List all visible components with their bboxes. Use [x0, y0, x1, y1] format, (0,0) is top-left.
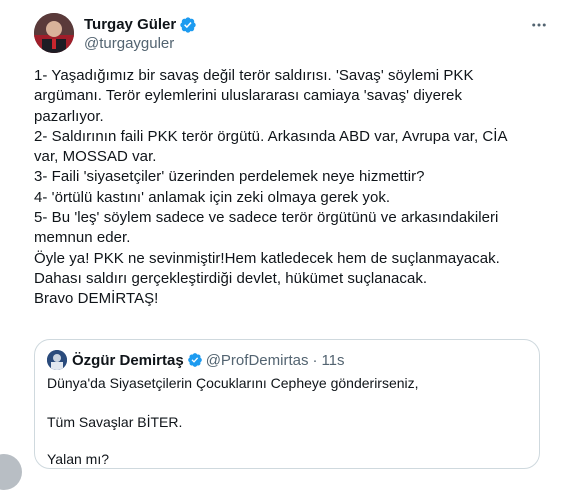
tweet-line: 2- Saldırının faili PKK terör örgütü. Ar… [34, 127, 508, 145]
profile-photo-icon [34, 13, 74, 53]
quoted-author-handle[interactable]: @ProfDemirtas [206, 352, 309, 369]
tweet-card: Turgay Güler @turgayguler 1- Yaşadığımız… [0, 0, 564, 490]
tweet-line: pazarlıyor. [34, 107, 104, 125]
tweet-line: 4- 'örtülü kastını' anlamak için zeki ol… [34, 188, 391, 206]
tweet-text: 1- Yaşadığımız bir savaş değil terör sal… [34, 66, 544, 310]
quoted-line: Dünya'da Siyasetçilerin Çocuklarını Ceph… [47, 375, 419, 391]
tweet-line: argümanı. Terör eylemlerini uluslararası… [34, 87, 462, 105]
author-avatar[interactable] [34, 13, 74, 53]
tweet-line: 1- Yaşadığımız bir savaş değil terör sal… [34, 67, 474, 84]
verified-badge-icon[interactable] [187, 352, 203, 368]
tweet-line: Bravo DEMİRTAŞ! [34, 290, 159, 308]
more-dots-icon [532, 23, 546, 27]
verified-badge-icon[interactable] [179, 16, 197, 34]
quoted-author-avatar[interactable] [47, 350, 67, 370]
tweet-line: Öyle ya! PKK ne sevinmiştir!Hem katledec… [34, 249, 500, 267]
separator-dot: · [312, 351, 318, 369]
quoted-timestamp[interactable]: 11s [321, 352, 344, 369]
quoted-line: Yalan mı? [47, 451, 109, 467]
author-handle[interactable]: @turgayguler [84, 35, 174, 53]
tweet-line: Dahası saldırı gerçekleştirdiği devlet, … [34, 269, 428, 287]
more-options-button[interactable] [528, 14, 550, 36]
tweet-line: memnun eder. [34, 229, 131, 247]
partial-avatar [0, 454, 22, 490]
quoted-line: Tüm Savaşlar BİTER. [47, 414, 183, 430]
author-display-name[interactable]: Turgay Güler [84, 16, 176, 34]
quoted-tweet-header: Özgür Demirtaş @ProfDemirtas · 11s [47, 350, 345, 370]
quoted-author-name[interactable]: Özgür Demirtaş [72, 352, 184, 369]
profile-photo-icon [47, 350, 67, 370]
tweet-line: 3- Faili 'siyasetçiler' üzerinden perdel… [34, 168, 425, 186]
tweet-line: 5- Bu 'leş' söylem sadece ve sadece terö… [34, 209, 499, 227]
quoted-tweet[interactable]: Özgür Demirtaş @ProfDemirtas · 11s Dünya… [34, 339, 540, 469]
author-name-row: Turgay Güler [84, 16, 197, 34]
tweet-line: var, MOSSAD var. [34, 148, 157, 166]
